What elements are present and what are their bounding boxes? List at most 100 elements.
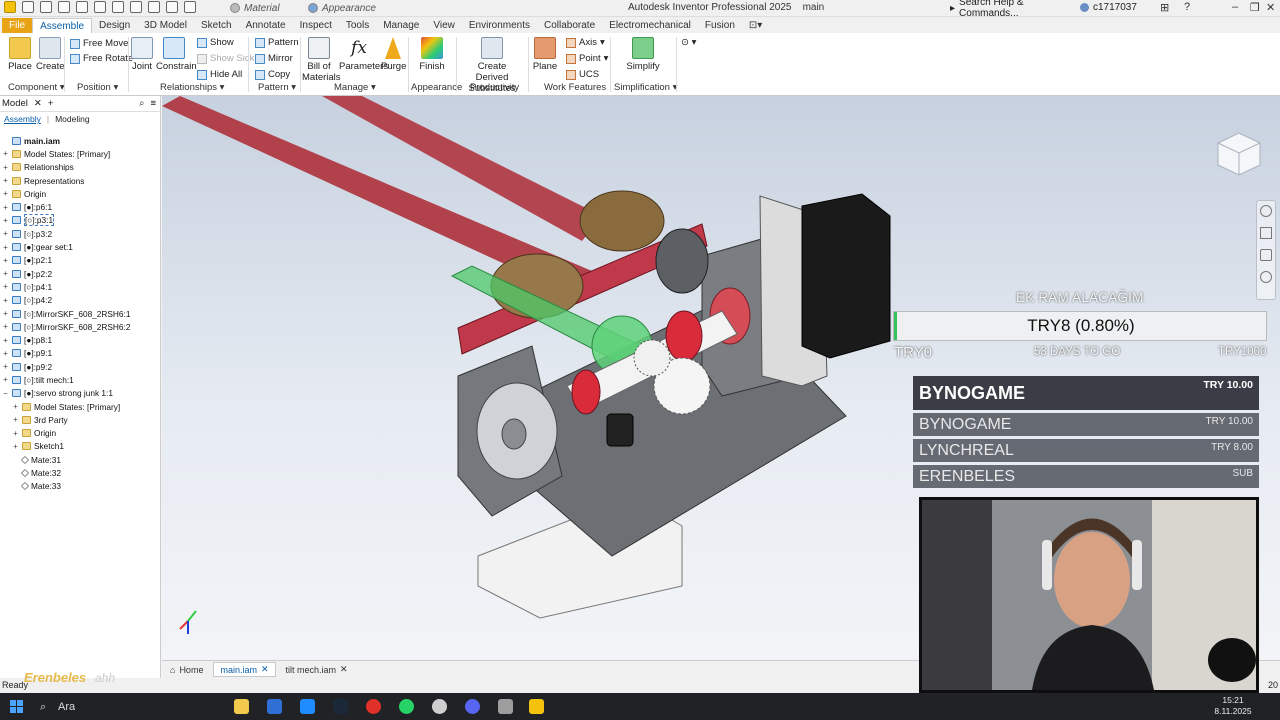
show-button[interactable]: Show: [197, 37, 234, 48]
tree-node[interactable]: Mate:32: [0, 466, 160, 479]
tab-electromechanical[interactable]: Electromechanical: [602, 18, 698, 33]
tab-manage[interactable]: Manage: [376, 18, 426, 33]
tree-node[interactable]: + Representations: [0, 174, 160, 187]
free-rotate-button[interactable]: Free Rotate: [70, 53, 133, 64]
tree-expander-icon[interactable]: +: [2, 296, 9, 305]
tree-expander-icon[interactable]: +: [12, 415, 19, 424]
viewcube[interactable]: [1216, 131, 1262, 177]
discord-icon[interactable]: [465, 699, 480, 714]
tree-expander-icon[interactable]: +: [2, 256, 9, 265]
hide-all-button[interactable]: Hide All: [197, 69, 242, 80]
taskbar-search[interactable]: ⌕ Ara: [38, 697, 178, 717]
panel-pattern[interactable]: Pattern ▾: [258, 82, 296, 93]
app-menu-icon[interactable]: [4, 1, 16, 13]
home-icon[interactable]: [112, 1, 124, 13]
tab-options-icon[interactable]: ⊡▾: [742, 18, 769, 33]
taskbar-clock[interactable]: 15:21 8.11.2025: [1205, 695, 1261, 717]
tab-3d-model[interactable]: 3D Model: [137, 18, 194, 33]
tree-node[interactable]: + [●]:p9:1: [0, 347, 160, 360]
tree-node[interactable]: Mate:33: [0, 480, 160, 493]
doc-tab-main[interactable]: main.iam ✕: [213, 662, 276, 677]
file-explorer-icon[interactable]: [234, 699, 249, 714]
maximize-button[interactable]: ❐: [1250, 1, 1260, 14]
material-selector[interactable]: Material: [230, 1, 300, 15]
tree-node[interactable]: + Model States: [Primary]: [0, 147, 160, 160]
tree-node[interactable]: + Sketch1: [0, 440, 160, 453]
close-icon[interactable]: ✕: [340, 664, 348, 675]
panel-position[interactable]: Position ▾: [77, 82, 118, 93]
browser-tab-assembly[interactable]: Assembly: [4, 114, 41, 124]
tree-node[interactable]: + [●]:p2:2: [0, 267, 160, 280]
tree-node[interactable]: + [○]:tilt mech:1: [0, 373, 160, 386]
place-button[interactable]: Place: [6, 37, 34, 72]
update-icon[interactable]: [130, 1, 142, 13]
tree-expander-icon[interactable]: +: [12, 442, 19, 451]
tab-environments[interactable]: Environments: [462, 18, 537, 33]
tree-expander-icon[interactable]: +: [2, 322, 9, 331]
select-icon[interactable]: [148, 1, 160, 13]
save-icon[interactable]: [58, 1, 70, 13]
pan-icon[interactable]: [1260, 227, 1272, 239]
tree-node[interactable]: + Model States: [Primary]: [0, 400, 160, 413]
tree-node[interactable]: + [●]:p8:1: [0, 333, 160, 346]
tree-node[interactable]: + [●]:p2:1: [0, 254, 160, 267]
new-file-icon[interactable]: [22, 1, 34, 13]
parameters-button[interactable]: fx Parameters: [339, 37, 388, 72]
measure-icon[interactable]: [166, 1, 178, 13]
open-file-icon[interactable]: [40, 1, 52, 13]
constrain-button[interactable]: Constrain: [156, 37, 197, 72]
tree-expander-icon[interactable]: +: [2, 375, 9, 384]
ribbon-options-icon[interactable]: ⊙ ▾: [681, 37, 696, 48]
doc-tab-tilt-mech[interactable]: tilt mech.iam ✕: [280, 662, 354, 677]
cart-icon[interactable]: ⊞: [1160, 1, 1169, 14]
opera-icon[interactable]: [366, 699, 381, 714]
plane-button[interactable]: Plane: [532, 37, 558, 72]
tree-node[interactable]: + [○]:p3:1: [0, 214, 160, 227]
tree-expander-icon[interactable]: +: [2, 149, 9, 158]
obs-icon[interactable]: [498, 699, 513, 714]
tree-expander-icon[interactable]: +: [2, 349, 9, 358]
tree-node[interactable]: +3rd Party: [0, 413, 160, 426]
tree-node[interactable]: + [●]:gear set:1: [0, 240, 160, 253]
tab-view[interactable]: View: [426, 18, 462, 33]
minimize-button[interactable]: –: [1232, 1, 1238, 13]
undo-icon[interactable]: [76, 1, 88, 13]
simplify-button[interactable]: Simplify: [626, 37, 660, 72]
tree-node[interactable]: + Origin: [0, 427, 160, 440]
start-button[interactable]: [10, 700, 23, 713]
tree-expander-icon[interactable]: +: [2, 189, 9, 198]
close-icon[interactable]: ✕: [261, 664, 269, 675]
steam-icon[interactable]: [333, 699, 348, 714]
joint-button[interactable]: Joint: [130, 37, 154, 72]
tree-expander-icon[interactable]: +: [2, 336, 9, 345]
ucs-button[interactable]: UCS: [566, 69, 599, 80]
browser-add-icon[interactable]: +: [48, 98, 54, 109]
tab-fusion[interactable]: Fusion: [698, 18, 742, 33]
browser-tab-modeling[interactable]: Modeling: [55, 114, 90, 124]
tree-node[interactable]: + [●]:p9:2: [0, 360, 160, 373]
tree-expander-icon[interactable]: +: [2, 163, 9, 172]
orbit-icon[interactable]: [1260, 271, 1272, 283]
steering-wheel-icon[interactable]: [1260, 205, 1272, 217]
tree-node[interactable]: + Origin: [0, 187, 160, 200]
free-move-button[interactable]: Free Move: [70, 38, 128, 49]
clear-appearance-icon[interactable]: [184, 1, 196, 13]
tree-expander-icon[interactable]: +: [2, 243, 9, 252]
user-account[interactable]: c1717037: [1080, 2, 1137, 13]
tree-node[interactable]: − [●]:servo strong junk 1:1: [0, 387, 160, 400]
tab-annotate[interactable]: Annotate: [239, 18, 293, 33]
bill-of-materials-button[interactable]: Bill of Materials: [302, 37, 341, 83]
tree-expander-icon[interactable]: +: [12, 429, 19, 438]
tree-expander-icon[interactable]: +: [2, 203, 9, 212]
panel-simplification[interactable]: Simplification ▾: [614, 82, 677, 93]
tree-node[interactable]: + [○]:p4:2: [0, 294, 160, 307]
tab-tools[interactable]: Tools: [339, 18, 376, 33]
whatsapp-icon[interactable]: [399, 699, 414, 714]
tab-file[interactable]: File: [2, 18, 33, 33]
tree-node[interactable]: Mate:31: [0, 453, 160, 466]
tree-expander-icon[interactable]: +: [12, 402, 19, 411]
tab-design[interactable]: Design: [92, 18, 137, 33]
browser-search-icon[interactable]: ⌕: [139, 98, 144, 109]
redo-icon[interactable]: [94, 1, 106, 13]
purge-button[interactable]: Purge: [381, 37, 406, 72]
